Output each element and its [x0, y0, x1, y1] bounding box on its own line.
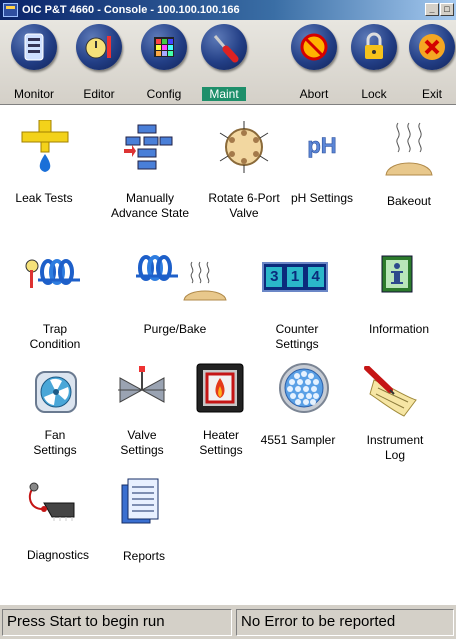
svg-text:pH: pH	[307, 133, 336, 158]
bakeout-item[interactable]: Bakeout	[366, 105, 452, 230]
information-icon	[381, 255, 413, 293]
trap-condition-icon	[25, 259, 80, 288]
window-title: OIC P&T 4660 - Console - 100.100.100.166	[22, 4, 240, 16]
lock-button[interactable]: Lock	[348, 22, 400, 102]
sampler-icon	[279, 363, 329, 413]
counter-settings-label: Counter Settings	[275, 322, 319, 351]
counter-icon: 3 1 4	[262, 262, 328, 292]
reports-item[interactable]: Reports	[96, 475, 192, 575]
information-item[interactable]: Information	[356, 240, 442, 365]
rotate-valve-label: Rotate 6-Port Valve	[208, 191, 280, 220]
heater-icon	[196, 363, 244, 413]
trap-condition-item[interactable]: Trap Condition	[0, 240, 110, 365]
counter-digit-3: 4	[307, 267, 324, 287]
leak-test-icon	[21, 120, 69, 172]
counter-settings-item[interactable]: 3 1 4 Counter Settings	[252, 240, 342, 365]
app-icon	[3, 3, 18, 17]
ph-icon: pH	[307, 133, 337, 159]
instrument-log-item[interactable]: Instrument Log	[350, 360, 440, 475]
config-icon	[154, 37, 174, 57]
counter-digit-1: 3	[266, 267, 283, 287]
heater-settings-item[interactable]: Heater Settings	[186, 360, 256, 475]
valve-settings-label: Valve Settings	[120, 428, 164, 457]
purge-bake-item[interactable]: Purge/Bake	[112, 240, 238, 365]
maximize-button[interactable]: □	[440, 3, 454, 16]
advance-state-item[interactable]: Manually Advance State	[100, 105, 200, 230]
main-toolbar: Monitor Editor Config Maint Abort Lock E…	[0, 20, 456, 105]
maintenance-panel: Leak Tests Manually Advance State Rotate…	[0, 105, 456, 602]
advance-state-label: Manually Advance State	[110, 191, 190, 220]
information-label: Information	[368, 322, 430, 336]
instrument-log-label: Instrument Log	[366, 433, 424, 462]
bakeout-icon	[385, 122, 433, 176]
monitor-label: Monitor	[13, 87, 54, 101]
diagnostics-icon	[28, 482, 75, 521]
monitor-button[interactable]: Monitor	[8, 22, 60, 102]
heater-settings-label: Heater Settings	[199, 428, 243, 457]
leak-tests-label: Leak Tests	[15, 191, 73, 205]
bakeout-label: Bakeout	[386, 194, 432, 208]
ph-settings-item[interactable]: pH pH Settings	[284, 105, 360, 230]
reports-icon	[121, 478, 159, 524]
valve-settings-item[interactable]: Valve Settings	[92, 360, 192, 475]
exit-label: Exit	[421, 87, 442, 101]
abort-label: Abort	[299, 87, 329, 101]
abort-icon	[300, 33, 328, 61]
maint-label: Maint	[202, 87, 246, 101]
title-bar: OIC P&T 4660 - Console - 100.100.100.166…	[0, 0, 456, 20]
editor-icon	[85, 36, 111, 59]
reports-label: Reports	[122, 549, 166, 563]
purge-bake-label: Purge/Bake	[143, 322, 207, 336]
valve-icon	[118, 366, 166, 403]
screwdriver-icon	[213, 35, 239, 63]
ph-settings-label: pH Settings	[290, 191, 354, 205]
maint-button[interactable]: Maint	[198, 22, 250, 102]
exit-icon	[419, 34, 445, 60]
exit-button[interactable]: Exit	[406, 22, 456, 102]
monitor-icon	[24, 33, 44, 61]
abort-button[interactable]: Abort	[288, 22, 340, 102]
lock-label: Lock	[361, 87, 387, 101]
fan-icon	[35, 371, 77, 413]
six-port-valve-icon	[219, 121, 269, 173]
editor-label: Editor	[83, 87, 115, 101]
status-message-left: Press Start to begin run	[2, 609, 232, 636]
minimize-button[interactable]: _	[425, 3, 439, 16]
lock-icon	[365, 32, 383, 59]
config-label: Config	[146, 87, 182, 101]
status-bar: Press Start to begin run No Error to be …	[0, 605, 456, 639]
trap-condition-label: Trap Condition	[29, 322, 81, 351]
counter-digit-2: 1	[286, 267, 303, 287]
purge-bake-icon	[136, 255, 227, 301]
instrument-log-icon	[364, 366, 417, 417]
status-message-right: No Error to be reported	[236, 609, 454, 636]
editor-button[interactable]: Editor	[73, 22, 125, 102]
leak-tests-item[interactable]: Leak Tests	[0, 105, 88, 230]
config-button[interactable]: Config	[138, 22, 190, 102]
sampler-item[interactable]: 4551 Sampler	[248, 360, 348, 475]
sampler-label: 4551 Sampler	[260, 433, 336, 447]
rotate-valve-item[interactable]: Rotate 6-Port Valve	[196, 105, 292, 230]
advance-state-icon	[124, 124, 173, 170]
